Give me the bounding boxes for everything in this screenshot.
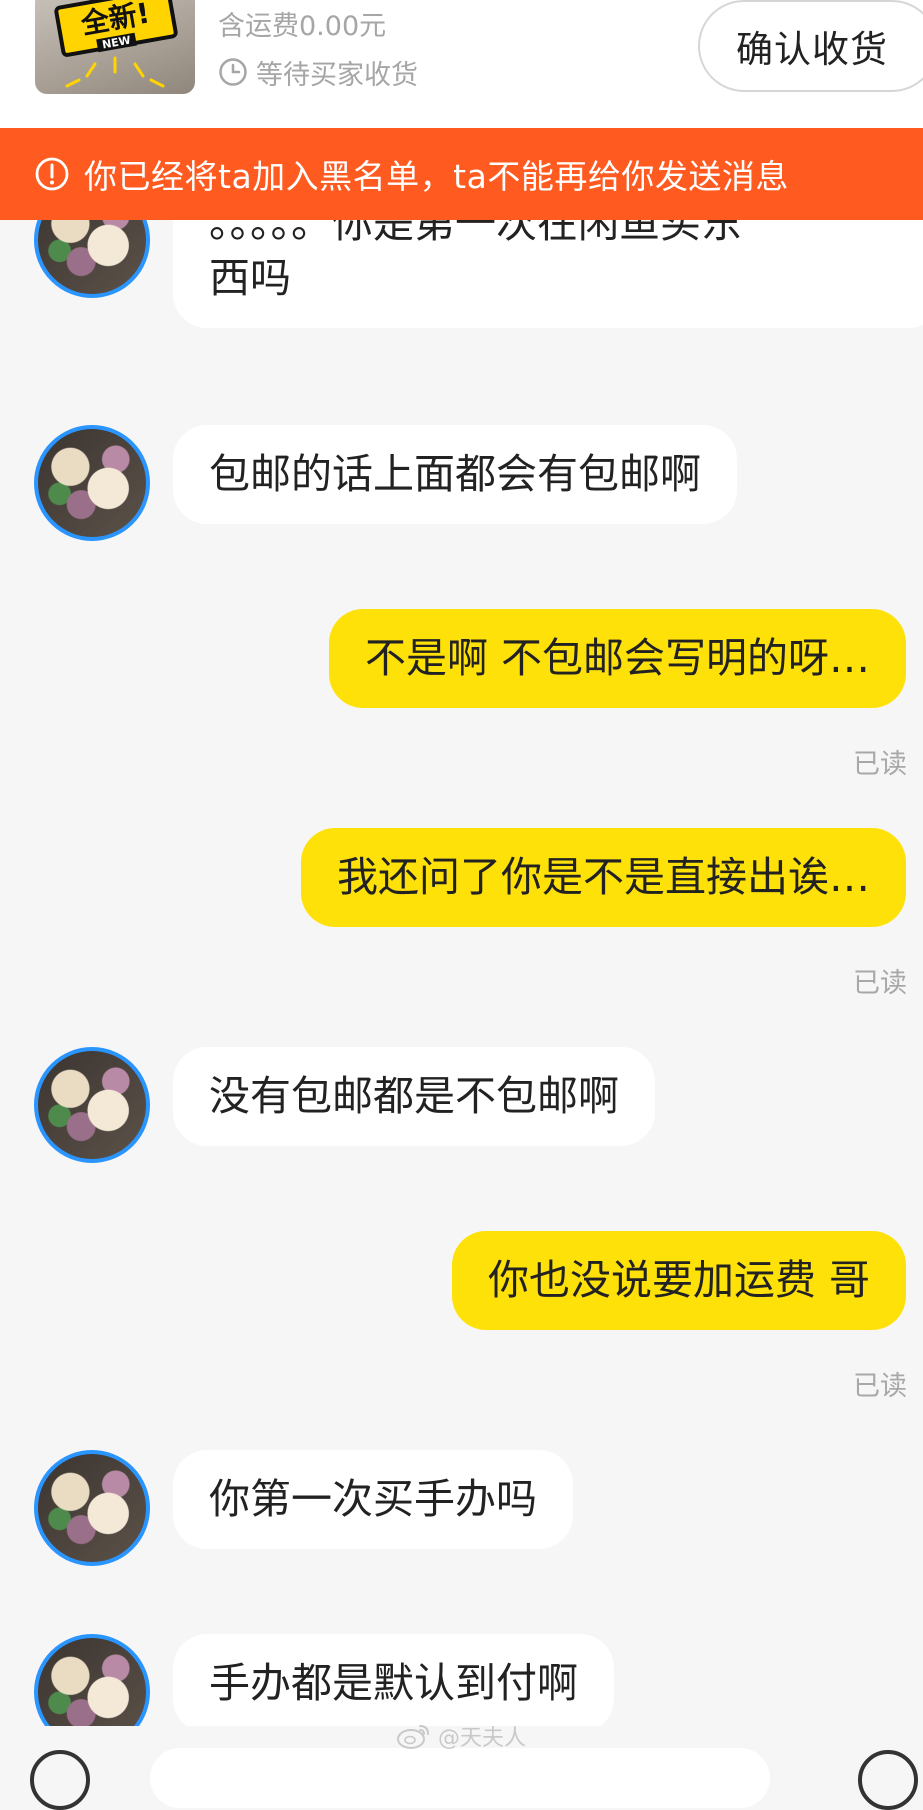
- order-card: 全新! NEW 含运费0.00元 等待买家收货 确认收货: [0, 0, 923, 128]
- seller-avatar[interactable]: [34, 1450, 150, 1566]
- read-receipt: 已读: [853, 1371, 907, 1402]
- incoming-message-bubble[interactable]: 没有包邮都是不包邮啊: [173, 1047, 655, 1146]
- message-input-field[interactable]: [150, 1748, 770, 1808]
- seller-avatar[interactable]: [34, 220, 150, 298]
- seller-avatar[interactable]: [34, 1634, 150, 1726]
- clock-icon: [219, 58, 247, 86]
- incoming-message-bubble[interactable]: 包邮的话上面都会有包邮啊: [173, 425, 737, 524]
- more-actions-button[interactable]: [858, 1750, 918, 1810]
- watermark-text: @天夫人: [438, 1726, 527, 1751]
- incoming-message-bubble[interactable]: 手办都是默认到付啊: [173, 1634, 614, 1726]
- voice-input-button[interactable]: [30, 1750, 90, 1810]
- product-thumbnail[interactable]: 全新! NEW: [35, 0, 195, 94]
- weibo-icon: [397, 1725, 429, 1749]
- read-receipt: 已读: [853, 749, 907, 780]
- outgoing-message-bubble[interactable]: 你也没说要加运费 哥: [451, 1231, 906, 1330]
- watermark: @天夫人: [396, 1719, 526, 1753]
- message-text-line: 。。。。。你是第一次在闲鱼买东: [209, 220, 742, 247]
- outgoing-message-bubble[interactable]: 不是啊 不包邮会写明的呀…: [328, 609, 906, 708]
- incoming-message-bubble[interactable]: 你第一次买手办吗: [173, 1450, 573, 1549]
- read-receipt: 已读: [853, 968, 907, 999]
- order-status: 等待买家收货: [218, 52, 418, 92]
- blacklist-banner: 你已经将ta加入黑名单，ta不能再给你发送消息: [0, 128, 923, 220]
- thumb-rays-decoration: [65, 56, 165, 88]
- shipping-fee-text: 含运费0.00元: [218, 11, 387, 42]
- confirm-receipt-button[interactable]: 确认收货: [698, 0, 923, 92]
- seller-avatar[interactable]: [34, 425, 150, 541]
- order-status-text: 等待买家收货: [256, 59, 418, 91]
- blacklist-banner-text: 你已经将ta加入黑名单，ta不能再给你发送消息: [84, 157, 789, 196]
- alert-circle-icon: [35, 157, 69, 191]
- outgoing-message-bubble[interactable]: 我还问了你是不是直接出诶…: [301, 828, 906, 927]
- seller-avatar[interactable]: [34, 1047, 150, 1163]
- chat-message-list[interactable]: 。。。。。你是第一次在闲鱼买东 西吗 包邮的话上面都会有包邮啊 不是啊 不包邮会…: [0, 220, 923, 1726]
- message-text-line: 西吗: [209, 254, 291, 302]
- incoming-message-bubble[interactable]: 。。。。。你是第一次在闲鱼买东 西吗: [173, 220, 923, 328]
